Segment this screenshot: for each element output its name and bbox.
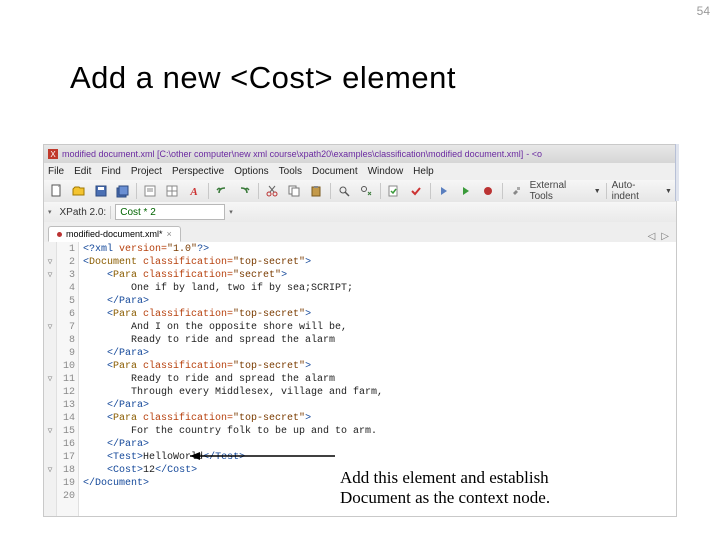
cut-icon[interactable] (264, 182, 281, 200)
menu-find[interactable]: Find (101, 166, 120, 177)
separator (380, 183, 381, 199)
menu-project[interactable]: Project (131, 166, 162, 177)
dropdown-icon[interactable]: ▼ (594, 188, 601, 195)
window-title-tail: - <o (526, 149, 542, 159)
run-icon[interactable] (458, 182, 475, 200)
tab-label: modified-document.xml* (66, 229, 163, 239)
toolbar: A External Tools ▼ Auto-indent ▼ (44, 180, 676, 202)
xpath-input[interactable]: Cost * 2 (115, 204, 225, 220)
xpath-dropdown-icon[interactable]: ▾ (229, 208, 233, 216)
copy-icon[interactable] (286, 182, 303, 200)
format-label[interactable]: Auto-indent (612, 180, 660, 202)
separator (208, 183, 209, 199)
tab-modified-dot-icon (57, 232, 62, 237)
save-icon[interactable] (92, 182, 109, 200)
save-all-icon[interactable] (114, 182, 131, 200)
slide-title: Add a new <Cost> element (70, 60, 456, 96)
find-icon[interactable] (336, 182, 353, 200)
menu-perspective[interactable]: Perspective (172, 166, 224, 177)
check-icon[interactable] (408, 182, 425, 200)
open-icon[interactable] (70, 182, 87, 200)
title-bar: X modified document.xml [C:\other comput… (44, 145, 676, 163)
svg-text:X: X (50, 150, 56, 159)
external-tools-label[interactable]: External Tools (530, 180, 589, 202)
menu-tools[interactable]: Tools (279, 166, 302, 177)
tab-prev-icon[interactable]: ◁ (648, 231, 656, 242)
svg-text:A: A (190, 186, 198, 198)
separator (258, 183, 259, 199)
separator (606, 183, 607, 199)
separator (502, 183, 503, 199)
line-number-gutter: 1234567891011121314151617181920 (57, 242, 79, 516)
grid-mode-icon[interactable] (164, 182, 181, 200)
text-mode-icon[interactable] (142, 182, 159, 200)
undo-icon[interactable] (214, 182, 231, 200)
separator (136, 183, 137, 199)
find-replace-icon[interactable] (358, 182, 375, 200)
menu-file[interactable]: File (48, 166, 64, 177)
external-tools-icon[interactable] (508, 182, 525, 200)
menu-help[interactable]: Help (413, 166, 434, 177)
menu-edit[interactable]: Edit (74, 166, 91, 177)
page-number: 54 (697, 4, 710, 18)
tab-bar: modified-document.xml* × ◁ ▷ (44, 222, 676, 242)
separator (430, 183, 431, 199)
separator (330, 183, 331, 199)
menu-window[interactable]: Window (368, 166, 404, 177)
annotation-text: Add this element and establish Document … (340, 468, 550, 508)
author-mode-icon[interactable]: A (186, 182, 203, 200)
menu-document[interactable]: Document (312, 166, 358, 177)
window-title: modified document.xml [C:\other computer… (62, 149, 523, 159)
editor-window: X modified document.xml [C:\other comput… (43, 144, 677, 517)
tab-close-icon[interactable]: × (167, 229, 172, 239)
dropdown-icon[interactable]: ▼ (665, 188, 672, 195)
fold-gutter[interactable]: ▽▽▽▽▽▽ (44, 242, 57, 516)
paste-icon[interactable] (308, 182, 325, 200)
transform-icon[interactable] (436, 182, 453, 200)
app-icon: X (47, 148, 59, 160)
tab-modified-document[interactable]: modified-document.xml* × (48, 226, 181, 242)
xpath-label: XPath 2.0: (56, 206, 112, 219)
menu-options[interactable]: Options (234, 166, 268, 177)
xpath-bar: ▾ XPath 2.0: Cost * 2 ▾ (44, 202, 676, 222)
new-file-icon[interactable] (48, 182, 65, 200)
xpath-dropdown-icon[interactable]: ▾ (48, 208, 52, 216)
menu-bar: File Edit Find Project Perspective Optio… (44, 163, 676, 180)
redo-icon[interactable] (236, 182, 253, 200)
validate-icon[interactable] (386, 182, 403, 200)
annotation-arrow-icon (180, 446, 340, 466)
tab-next-icon[interactable]: ▷ (661, 231, 669, 242)
debug-icon[interactable] (480, 182, 497, 200)
